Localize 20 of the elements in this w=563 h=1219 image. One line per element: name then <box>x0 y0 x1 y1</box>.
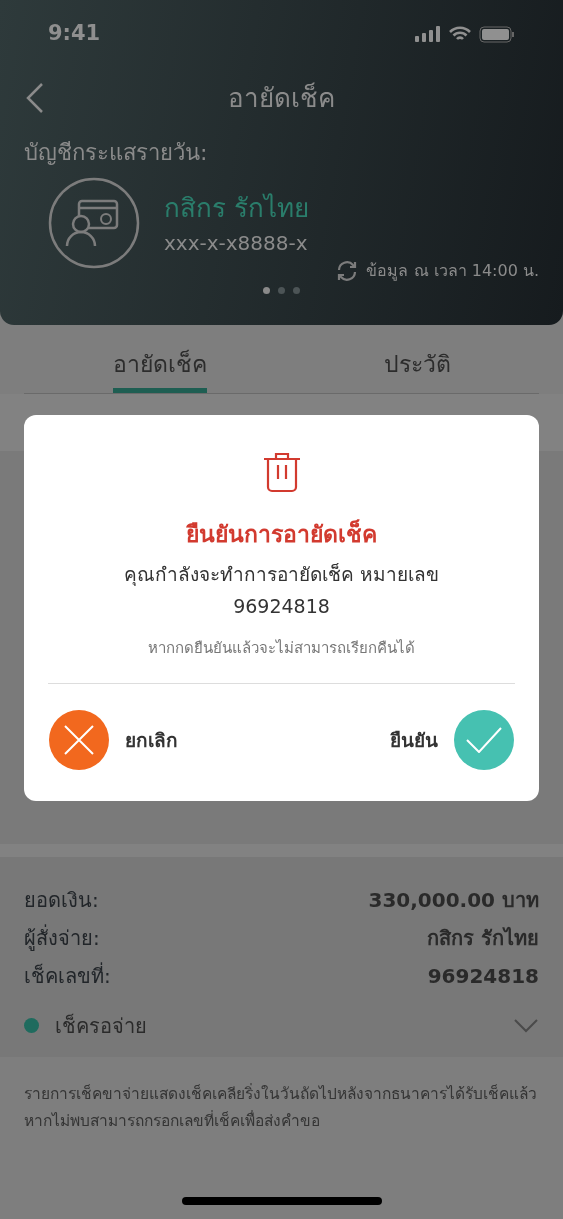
status-time: 9:41 <box>48 20 101 48</box>
detail-label: เช็คเลขที่: <box>24 961 111 990</box>
account-name: กสิกร รักไทย <box>164 191 310 225</box>
cancel-button[interactable]: ยกเลิก <box>48 709 179 771</box>
check-number: 96924818 <box>233 594 330 619</box>
update-time: ข้อมูล ณ เวลา 14:00 น. <box>366 260 539 283</box>
warning-text: หากกดยืนยันแล้วจะไม่สามารถเรียกคืนได้ <box>148 637 415 659</box>
account-number: xxx-x-x8888-x <box>164 229 309 257</box>
detail-label: ยอดเงิน: <box>24 886 99 914</box>
detail-value: 96924818 <box>427 962 539 990</box>
note-text: รายการเช็คขาจ่ายแสดงเช็คเคลียริ่งในวันถัดไปหลังจากธนาคารได้รับเช็คแล้ว หากไม่พบสามารถกรอกเลขที่เช็คเพื่อส่งคำขอ <box>23 1082 538 1133</box>
detail-label: ผู้สั่งจ่าย: <box>24 923 100 953</box>
detail-value: 330,000.00 บาท <box>368 886 539 914</box>
status-label: เช็ครอจ่าย <box>55 1012 148 1040</box>
dialog-message: คุณกำลังจะทำการอายัดเช็ค หมายเลข <box>123 561 439 588</box>
confirm-button[interactable]: ยืนยัน <box>389 709 515 771</box>
account-label: บัญชีกระแสรายวัน: <box>24 139 209 167</box>
detail-value: กสิกร รักไทย <box>427 924 539 952</box>
screen-title: อายัดเช็ค <box>228 81 335 115</box>
dialog-title: ยืนยันการอายัดเช็ค <box>186 518 377 549</box>
